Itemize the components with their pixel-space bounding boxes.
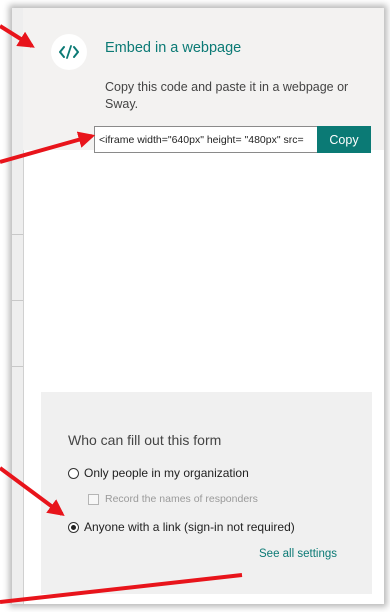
embed-code-field[interactable] (94, 126, 331, 153)
copy-button[interactable]: Copy (317, 126, 371, 153)
embed-title: Embed in a webpage (105, 40, 242, 56)
record-names-label: Record the names of responders (105, 493, 258, 505)
radio-only-organization[interactable] (68, 468, 79, 479)
radio-label-anyone-with-link[interactable]: Anyone with a link (sign-in not required… (84, 520, 295, 534)
embed-panel: Embed in a webpage Copy this code and pa… (12, 8, 384, 604)
radio-label-only-organization[interactable]: Only people in my organization (84, 466, 249, 480)
code-brackets-icon (51, 34, 87, 70)
see-all-settings-link[interactable]: See all settings (259, 548, 337, 560)
settings-heading: Who can fill out this form (68, 432, 222, 448)
form-access-settings: Who can fill out this form Only people i… (41, 392, 372, 594)
radio-anyone-with-link[interactable] (68, 522, 79, 533)
embed-description: Copy this code and paste it in a webpage… (105, 80, 349, 111)
record-names-checkbox (88, 494, 99, 505)
